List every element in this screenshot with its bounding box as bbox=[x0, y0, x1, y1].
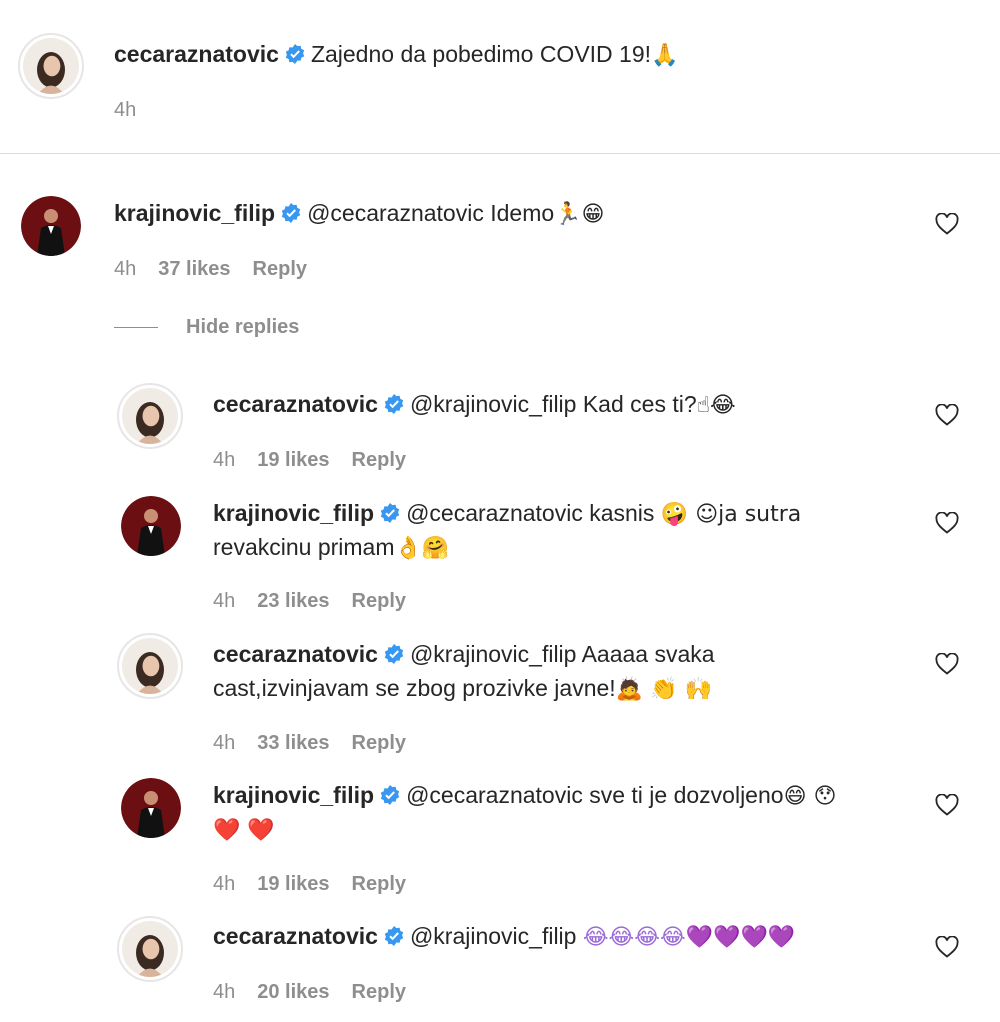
comment-emoji: 🏃😁 bbox=[554, 202, 605, 227]
like-heart-icon[interactable] bbox=[935, 512, 959, 534]
reply-button[interactable]: Reply bbox=[352, 449, 406, 471]
avatar-cecaraznatovic[interactable] bbox=[117, 916, 183, 982]
avatar-krajinovic-filip[interactable] bbox=[121, 496, 181, 556]
caption-line: cecaraznatovic Zajedno da pobedimo COVID … bbox=[114, 38, 678, 72]
reply-username[interactable]: krajinovic_filip bbox=[213, 782, 374, 808]
reply-mention[interactable]: @cecaraznatovic bbox=[406, 500, 583, 526]
reply-likes[interactable]: 23 likes bbox=[257, 590, 329, 612]
caption-time: 4h bbox=[114, 99, 137, 121]
reply-text: Kad ces ti? bbox=[582, 391, 697, 417]
reply-line: krajinovic_filip @cecaraznatovic sve ti j… bbox=[213, 779, 836, 813]
reply-time: 4h bbox=[213, 732, 236, 754]
reply-line-2: revakcinu primam👌🤗 bbox=[213, 531, 449, 565]
reply-username[interactable]: cecaraznatovic bbox=[213, 391, 378, 417]
reply-button[interactable]: Reply bbox=[352, 732, 406, 754]
verified-badge-icon bbox=[285, 44, 305, 64]
reply-mention[interactable]: @cecaraznatovic bbox=[406, 782, 583, 808]
caption-text: Zajedno da pobedimo COVID 19! bbox=[310, 41, 652, 67]
like-heart-icon[interactable] bbox=[935, 404, 959, 426]
comment-username[interactable]: krajinovic_filip bbox=[114, 200, 275, 226]
verified-badge-icon bbox=[380, 785, 400, 805]
reply-mention[interactable]: @krajinovic_filip bbox=[410, 641, 577, 667]
hide-replies-label: Hide replies bbox=[186, 316, 300, 338]
reply-emoji: 🤪 ☺ja sutra bbox=[660, 502, 802, 527]
reply-button[interactable]: Reply bbox=[352, 981, 406, 1003]
reply-text: sve ti je dozvoljeno bbox=[589, 782, 784, 808]
reply-likes[interactable]: 19 likes bbox=[257, 449, 329, 471]
verified-badge-icon bbox=[281, 203, 301, 223]
reply-likes[interactable]: 19 likes bbox=[257, 873, 329, 895]
reply-username[interactable]: cecaraznatovic bbox=[213, 641, 378, 667]
reply-text: Aaaaa svaka bbox=[581, 641, 715, 667]
comment-reply-button[interactable]: Reply bbox=[253, 258, 307, 280]
comment-meta: 4h 37 likes Reply bbox=[114, 258, 329, 281]
comment-likes[interactable]: 37 likes bbox=[158, 258, 230, 280]
verified-badge-icon bbox=[380, 503, 400, 523]
avatar-krajinovic-filip[interactable] bbox=[121, 778, 181, 838]
reply-meta: 4h 19 likes Reply bbox=[213, 449, 428, 472]
caption-meta: 4h bbox=[114, 99, 158, 122]
reply-line: cecaraznatovic @krajinovic_filip Kad ces … bbox=[213, 388, 736, 422]
hide-replies-button[interactable]: Hide replies bbox=[114, 316, 299, 339]
verified-badge-icon bbox=[384, 644, 404, 664]
reply-emoji: ☝😂 bbox=[696, 393, 736, 418]
reply-emoji: 😂😂😂😂💜💜💜💜 bbox=[582, 925, 796, 950]
reply-emoji-2: ❤️ ❤️ bbox=[213, 818, 275, 843]
like-heart-icon[interactable] bbox=[935, 794, 959, 816]
reply-time: 4h bbox=[213, 873, 236, 895]
like-heart-icon[interactable] bbox=[935, 213, 959, 235]
hide-replies-line bbox=[114, 327, 158, 329]
reply-line: cecaraznatovic @krajinovic_filip Aaaaa sv… bbox=[213, 638, 715, 670]
reply-emoji-2: 👌🤗 bbox=[394, 536, 450, 561]
reply-text-2: revakcinu primam bbox=[213, 534, 395, 560]
verified-badge-icon bbox=[384, 926, 404, 946]
reply-line: cecaraznatovic @krajinovic_filip 😂😂😂😂💜💜💜💜 bbox=[213, 920, 795, 954]
reply-mention[interactable]: @krajinovic_filip bbox=[410, 923, 577, 949]
reply-time: 4h bbox=[213, 590, 236, 612]
comment-time: 4h bbox=[114, 258, 137, 280]
reply-emoji-2: 🙇 👏 🙌 bbox=[615, 677, 712, 702]
reply-mention[interactable]: @krajinovic_filip bbox=[410, 391, 577, 417]
reply-time: 4h bbox=[213, 981, 236, 1003]
reply-likes[interactable]: 33 likes bbox=[257, 732, 329, 754]
reply-time: 4h bbox=[213, 449, 236, 471]
reply-line: krajinovic_filip @cecaraznatovic kasnis 🤪… bbox=[213, 497, 801, 531]
avatar-krajinovic-filip[interactable] bbox=[21, 196, 81, 256]
reply-button[interactable]: Reply bbox=[352, 873, 406, 895]
comment-mention[interactable]: @cecaraznatovic bbox=[307, 200, 484, 226]
avatar-cecaraznatovic[interactable] bbox=[18, 33, 84, 99]
reply-meta: 4h 20 likes Reply bbox=[213, 981, 428, 1004]
reply-meta: 4h 33 likes Reply bbox=[213, 732, 428, 755]
comment-text: Idemo bbox=[490, 200, 555, 226]
reply-meta: 4h 19 likes Reply bbox=[213, 873, 428, 896]
reply-username[interactable]: krajinovic_filip bbox=[213, 500, 374, 526]
like-heart-icon[interactable] bbox=[935, 653, 959, 675]
reply-emoji: 😄 😯 bbox=[783, 784, 837, 809]
reply-likes[interactable]: 20 likes bbox=[257, 981, 329, 1003]
divider bbox=[0, 153, 1000, 154]
verified-badge-icon bbox=[384, 394, 404, 414]
reply-text: kasnis bbox=[589, 500, 655, 526]
avatar-cecaraznatovic[interactable] bbox=[117, 383, 183, 449]
avatar-cecaraznatovic[interactable] bbox=[117, 633, 183, 699]
comment-line: krajinovic_filip @cecaraznatovic Idemo🏃😁 bbox=[114, 197, 604, 231]
like-heart-icon[interactable] bbox=[935, 936, 959, 958]
reply-username[interactable]: cecaraznatovic bbox=[213, 923, 378, 949]
reply-line-2: ❤️ ❤️ bbox=[213, 813, 275, 847]
caption-username[interactable]: cecaraznatovic bbox=[114, 41, 279, 67]
reply-text-2: cast,izvinjavam se zbog prozivke javne! bbox=[213, 675, 616, 701]
reply-button[interactable]: Reply bbox=[352, 590, 406, 612]
caption-emoji: 🙏 bbox=[651, 43, 679, 68]
reply-meta: 4h 23 likes Reply bbox=[213, 590, 428, 613]
reply-line-2: cast,izvinjavam se zbog prozivke javne!🙇… bbox=[213, 672, 712, 706]
